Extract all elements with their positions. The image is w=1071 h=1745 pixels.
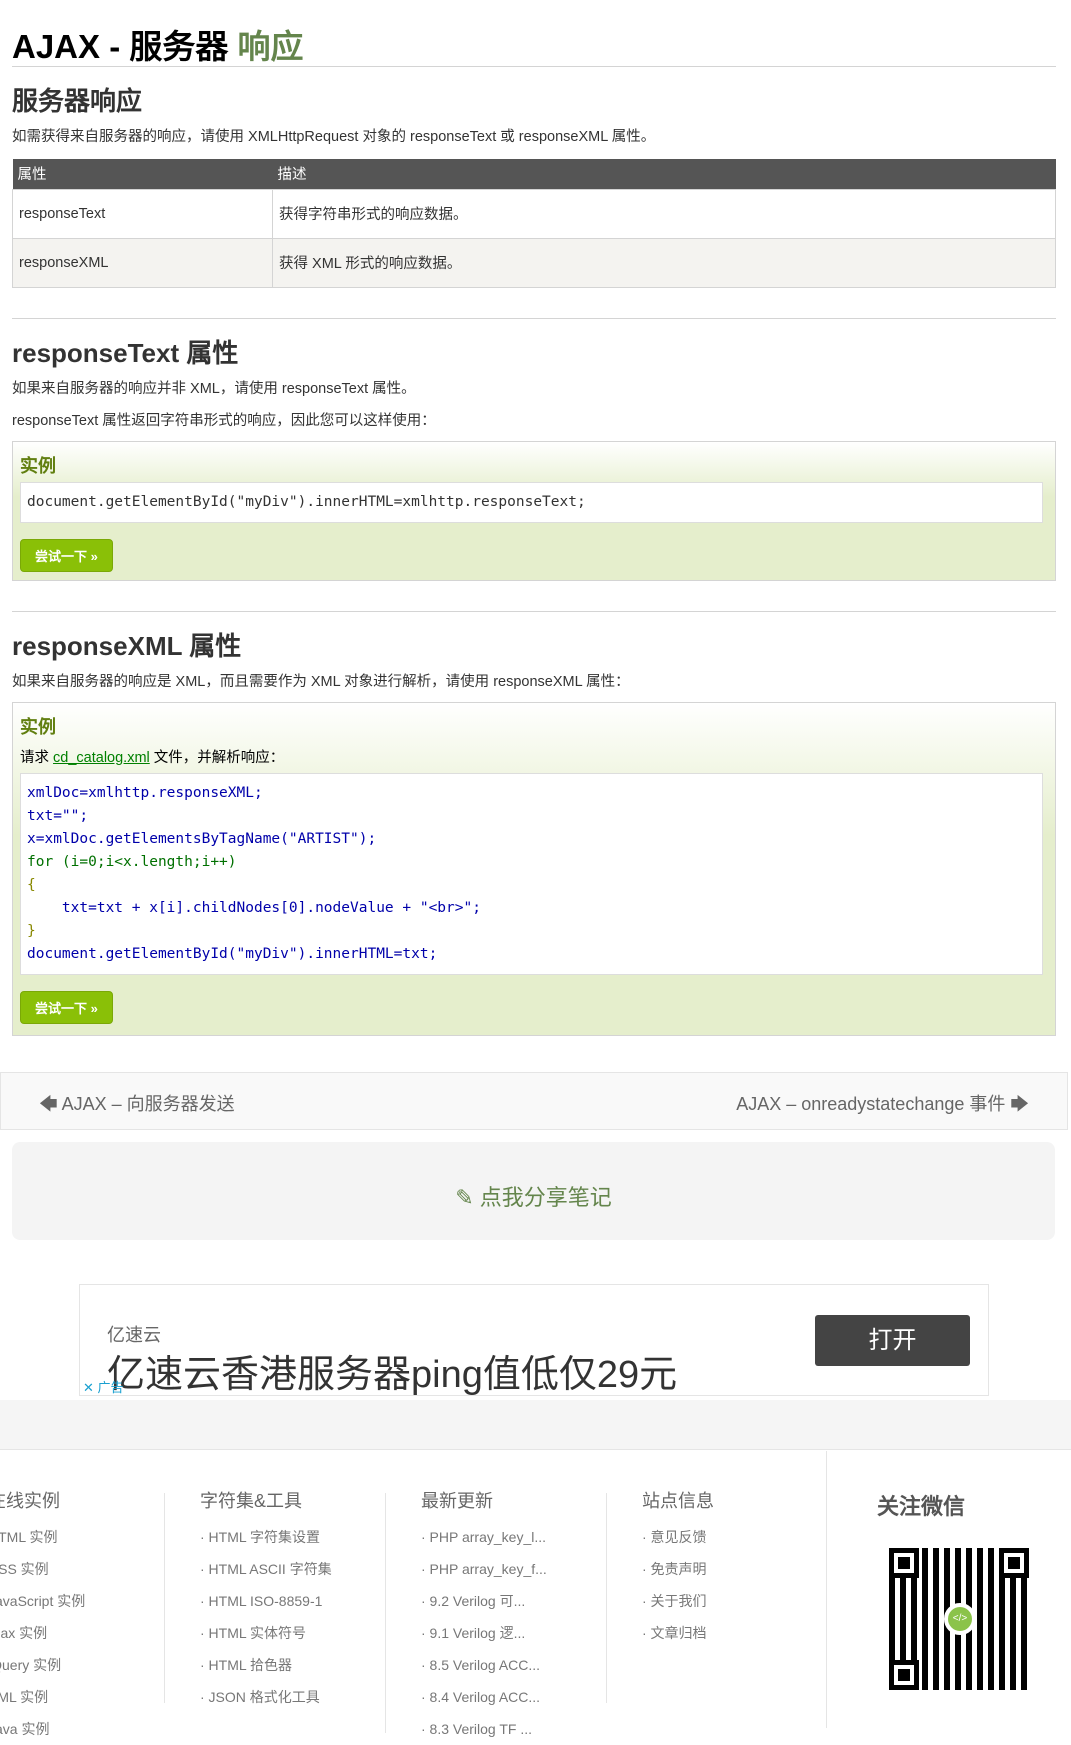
try-it-button[interactable]: 尝试一下 » [20,538,113,572]
divider [385,1493,386,1733]
divider [164,1493,165,1703]
divider [606,1493,607,1703]
share-notes-button[interactable]: ✎ 点我分享笔记 [12,1142,1055,1240]
footer-link[interactable]: · PHP array_key_f... [421,1553,547,1585]
next-link[interactable]: AJAX – onreadystatechange 事件 🡆 [736,1090,1029,1122]
footer-link[interactable]: · HTML ASCII 字符集 [200,1553,332,1585]
code-block: document.getElementById("myDiv").innerHT… [20,481,1043,523]
divider [12,66,1056,67]
footer-link[interactable]: · 免责声明 [642,1553,714,1585]
code-line: document.getElementById("myDiv").innerHT… [27,945,438,962]
table-row: responseText 获得字符串形式的响应数据。 [12,188,1056,239]
code-line: { [27,876,36,893]
footer-link[interactable]: · HTML ISO-8859-1 [200,1585,332,1617]
article: AJAX - 服务器 响应 服务器响应 如需获得来自服务器的响应，请使用 XML… [12,0,1056,1036]
footer-link[interactable]: · HTML 实体符号 [200,1617,332,1649]
intro-text: 如需获得来自服务器的响应，请使用 XMLHttpRequest 对象的 resp… [12,129,656,145]
example-box: 实例 document.getElementById("myDiv").inne… [12,440,1056,581]
section-heading: responseText 属性 [12,337,239,368]
footer-column: 字符集&工具 · HTML 字符集设置 · HTML ASCII 字符集 · HTML… [200,1481,332,1713]
prev-next-nav: 🡄 AJAX – 向服务器发送 AJAX – onreadystatechang… [0,1072,1068,1130]
footer-link[interactable]: Ajax 实例 [0,1617,85,1649]
footer-column-title: 最新更新 [421,1491,493,1511]
ad-open-button[interactable]: 打开 [815,1315,970,1366]
footer-link[interactable]: · 8.3 Verilog TF ... [421,1713,547,1745]
code-line: txt=txt + x[i].childNodes[0].nodeValue +… [27,899,481,916]
footer-column: 站点信息 · 意见反馈 · 免责声明 · 关于我们 · 文章归档 [642,1481,714,1649]
footer-column: 在线实例 HTML 实例CSS 实例JavaScript 实例Ajax 实例jQu… [0,1481,85,1745]
footer-link[interactable]: · 文章归档 [642,1617,714,1649]
footer-column-title: 站点信息 [642,1491,714,1511]
advertisement[interactable]: 亿速云 亿速云香港服务器ping值低仅29元 打开 ✕ 广告 [79,1284,989,1396]
edit-icon: ✎ [455,1185,474,1210]
footer-link[interactable]: · JSON 格式化工具 [200,1681,332,1713]
section-heading: responseXML 属性 [12,630,242,661]
code-line: for (i=0;i<x.length;i++) [27,853,237,870]
footer-link[interactable]: · 8.5 Verilog ACC... [421,1649,547,1681]
footer-link[interactable]: · 关于我们 [642,1585,714,1617]
code-line: x=xmlDoc.getElementsByTagName("ARTIST"); [27,830,377,847]
footer: 关注微信 </> 在线实例 HTML 实例CSS 实例JavaScript 实例A… [0,1451,1071,1737]
table-row: responseXML 获得 XML 形式的响应数据。 [12,237,1056,288]
footer-link[interactable]: XML 实例 [0,1681,85,1713]
footer-link[interactable]: · 8.4 Verilog ACC... [421,1681,547,1713]
footer-link[interactable]: · 9.1 Verilog 逻... [421,1617,547,1649]
properties-table: 属性 描述 responseText 获得字符串形式的响应数据。 responseX… [12,159,1056,288]
footer-link[interactable]: jQuery 实例 [0,1649,85,1681]
footer-column-title: 字符集&工具 [200,1491,303,1511]
qr-code: </> [889,1548,1029,1690]
code-line: xmlDoc=xmlhttp.responseXML; [27,784,263,801]
footer-link[interactable]: · HTML 字符集设置 [200,1521,332,1553]
divider [12,610,1056,612]
cd-catalog-link[interactable]: cd_catalog.xml [53,750,150,766]
footer-link[interactable]: · 意见反馈 [642,1521,714,1553]
footer-link[interactable]: CSS 实例 [0,1553,85,1585]
example-box: 实例 请求 cd_catalog.xml 文件，并解析响应： xmlDoc=xm… [12,701,1056,1036]
code-block: xmlDoc=xmlhttp.responseXML; txt=""; x=xmlD… [20,772,1043,975]
footer-link[interactable]: HTML 实例 [0,1521,85,1553]
divider [12,317,1056,319]
try-it-button[interactable]: 尝试一下 » [20,990,113,1024]
code-line: } [27,922,36,939]
wechat-panel: 关注微信 </> [826,1451,1071,1728]
footer-link[interactable]: · 9.2 Verilog 可... [421,1585,547,1617]
code-line: txt=""; [27,807,89,824]
footer-link[interactable]: Java 实例 [0,1713,85,1745]
ad-close[interactable]: ✕ 广告 [83,1377,124,1396]
footer-band [0,1400,1071,1450]
footer-link[interactable]: JavaScript 实例 [0,1585,85,1617]
footer-link[interactable]: · PHP array_key_l... [421,1521,547,1553]
footer-column: 最新更新 · PHP array_key_l... · PHP array_key_… [421,1481,547,1745]
arrow-left-icon: 🡄 [39,1094,58,1114]
page-title: AJAX - 服务器 响应 [12,28,304,65]
section-heading: 服务器响应 [12,86,143,116]
arrow-right-icon: 🡆 [1010,1094,1029,1114]
prev-link[interactable]: 🡄 AJAX – 向服务器发送 [39,1090,235,1122]
footer-link[interactable]: · HTML 拾色器 [200,1649,332,1681]
code-logo-icon: </> [944,1603,976,1635]
footer-column-title: 在线实例 [0,1491,60,1511]
